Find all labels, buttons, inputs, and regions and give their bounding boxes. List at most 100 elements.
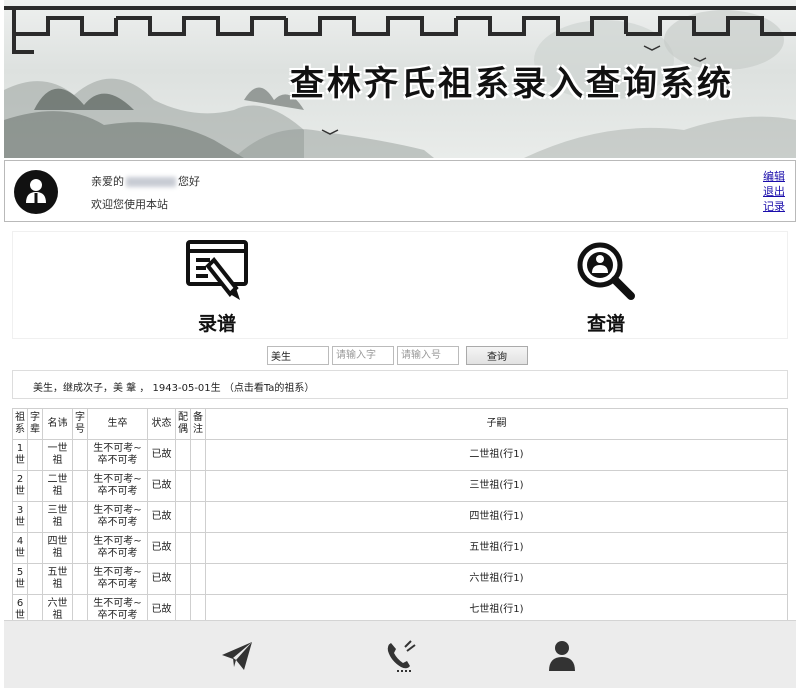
cell-spouse	[175, 532, 191, 564]
cell-courtesy-name	[72, 532, 88, 564]
cell-spouse	[175, 563, 191, 595]
edit-link[interactable]: 编辑	[763, 169, 785, 184]
cell-spouse	[175, 594, 191, 620]
user-panel: 亲爱的 您好 欢迎您使用本站 编辑 退出 记录	[4, 160, 796, 222]
table-header-row: 祖系 字辈 名讳 字号 生卒 状态 配偶 备注 子嗣	[12, 408, 788, 440]
table-row: 6世 六世祖 生不可考~卒不可考 已故 七世祖(行1)	[12, 594, 788, 620]
cell-children[interactable]: 四世祖(行1)	[205, 501, 788, 533]
logout-link[interactable]: 退出	[763, 184, 785, 199]
cell-lifespan: 生不可考~卒不可考	[87, 470, 148, 502]
table-row: 5世 五世祖 生不可考~卒不可考 已故 六世祖(行1)	[12, 563, 788, 595]
edit-document-icon	[186, 240, 248, 300]
col-header-spouse: 配偶	[175, 408, 191, 440]
cell-lineage: 1世	[12, 439, 28, 471]
col-header-status: 状态	[147, 408, 176, 440]
cell-status: 已故	[147, 594, 176, 620]
cell-courtesy-name	[72, 439, 88, 471]
name-search-input[interactable]	[267, 346, 329, 365]
record-genealogy-label: 录谱	[197, 313, 236, 335]
cell-children[interactable]: 五世祖(行1)	[205, 532, 788, 564]
cell-spouse	[175, 470, 191, 502]
cell-name[interactable]: 一世祖	[42, 439, 73, 471]
greeting-prefix: 亲爱的	[91, 175, 124, 188]
col-header-notes: 备注	[190, 408, 206, 440]
cell-lifespan: 生不可考~卒不可考	[87, 563, 148, 595]
cell-generation-name	[27, 563, 43, 595]
cell-name[interactable]: 五世祖	[42, 563, 73, 595]
cell-notes	[190, 563, 206, 595]
cell-name[interactable]: 四世祖	[42, 532, 73, 564]
cell-lineage: 2世	[12, 470, 28, 502]
col-header-name: 名讳	[42, 408, 73, 440]
welcome-text: 欢迎您使用本站	[91, 198, 168, 211]
user-icon[interactable]	[545, 639, 579, 673]
cell-courtesy-name	[72, 563, 88, 595]
query-genealogy-button[interactable]: 查谱	[556, 238, 656, 336]
cell-generation-name	[27, 470, 43, 502]
cell-notes	[190, 594, 206, 620]
greeting-suffix: 您好	[178, 175, 200, 188]
table-row: 3世 三世祖 生不可考~卒不可考 已故 四世祖(行1)	[12, 501, 788, 533]
cell-name[interactable]: 六世祖	[42, 594, 73, 620]
hao-search-input[interactable]	[397, 346, 459, 365]
search-user-icon	[577, 242, 635, 300]
query-button[interactable]: 查询	[466, 346, 528, 365]
cell-lifespan: 生不可考~卒不可考	[87, 501, 148, 533]
search-bar: 查询	[0, 346, 800, 366]
cell-children[interactable]: 二世祖(行1)	[205, 439, 788, 471]
cell-lifespan: 生不可考~卒不可考	[87, 594, 148, 620]
phone-icon[interactable]	[383, 639, 417, 673]
cell-courtesy-name	[72, 501, 88, 533]
cell-notes	[190, 470, 206, 502]
avatar-icon	[14, 170, 58, 214]
col-header-courtesy-name: 字号	[72, 408, 88, 440]
greeting-text: 亲爱的 您好	[91, 173, 200, 189]
cell-lineage: 3世	[12, 501, 28, 533]
zi-search-input[interactable]	[332, 346, 394, 365]
cell-notes	[190, 532, 206, 564]
bottom-nav	[4, 620, 796, 688]
person-info-line[interactable]: 美生，继成次子，美 鞶 ， 1943-05-01生 （点击看Ta的祖系）	[12, 370, 788, 399]
cell-spouse	[175, 439, 191, 471]
cell-status: 已故	[147, 532, 176, 564]
cell-generation-name	[27, 501, 43, 533]
cell-spouse	[175, 501, 191, 533]
cell-children[interactable]: 三世祖(行1)	[205, 470, 788, 502]
cell-courtesy-name	[72, 470, 88, 502]
cell-children[interactable]: 七世祖(行1)	[205, 594, 788, 620]
cell-status: 已故	[147, 470, 176, 502]
record-link[interactable]: 记录	[763, 199, 785, 214]
banner-title: 查林齐氏祖系录入查询系统	[290, 64, 734, 104]
cell-generation-name	[27, 439, 43, 471]
cell-lineage: 6世	[12, 594, 28, 620]
action-panel: 录谱 查谱	[12, 231, 788, 339]
cell-lifespan: 生不可考~卒不可考	[87, 439, 148, 471]
record-genealogy-button[interactable]: 录谱	[167, 238, 267, 336]
cell-children[interactable]: 六世祖(行1)	[205, 563, 788, 595]
cell-notes	[190, 501, 206, 533]
cell-status: 已故	[147, 563, 176, 595]
table-row: 2世 二世祖 生不可考~卒不可考 已故 三世祖(行1)	[12, 470, 788, 502]
query-genealogy-label: 查谱	[586, 313, 625, 335]
cell-courtesy-name	[72, 594, 88, 620]
header-banner: 查林齐氏祖系录入查询系统	[4, 0, 796, 158]
cell-lifespan: 生不可考~卒不可考	[87, 532, 148, 564]
cell-status: 已故	[147, 439, 176, 471]
cell-generation-name	[27, 532, 43, 564]
cell-generation-name	[27, 594, 43, 620]
col-header-lineage: 祖系	[12, 408, 28, 440]
blurred-username	[126, 177, 176, 187]
col-header-children: 子嗣	[205, 408, 788, 440]
cell-name[interactable]: 二世祖	[42, 470, 73, 502]
table-row: 1世 一世祖 生不可考~卒不可考 已故 二世祖(行1)	[12, 439, 788, 471]
col-header-generation-name: 字辈	[27, 408, 43, 440]
user-links: 编辑 退出 记录	[763, 169, 785, 214]
send-icon[interactable]	[220, 639, 254, 673]
cell-name[interactable]: 三世祖	[42, 501, 73, 533]
col-header-lifespan: 生卒	[87, 408, 148, 440]
cell-lineage: 5世	[12, 563, 28, 595]
table-row: 4世 四世祖 生不可考~卒不可考 已故 五世祖(行1)	[12, 532, 788, 564]
cell-status: 已故	[147, 501, 176, 533]
cell-notes	[190, 439, 206, 471]
cell-lineage: 4世	[12, 532, 28, 564]
